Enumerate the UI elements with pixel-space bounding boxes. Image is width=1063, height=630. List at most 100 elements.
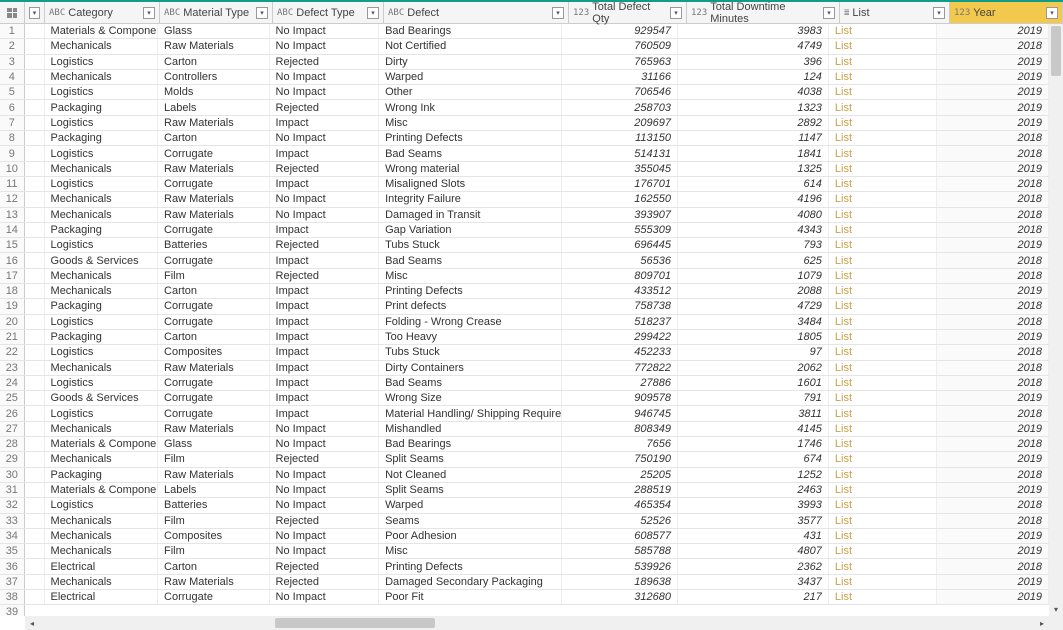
vertical-scrollbar[interactable]: ▴ ▾ xyxy=(1049,24,1063,616)
column-header-material[interactable]: ABCMaterial Type▾ xyxy=(160,2,273,23)
table-row[interactable]: 36ElectricalCartonRejectedPrinting Defec… xyxy=(0,559,1049,574)
row-number[interactable]: 4 xyxy=(0,70,25,84)
row-number[interactable]: 3 xyxy=(0,55,25,69)
cell-list[interactable]: List xyxy=(829,345,938,359)
vertical-scroll-thumb[interactable] xyxy=(1051,26,1061,76)
table-row[interactable]: 21PackagingCartonImpactToo Heavy29942218… xyxy=(0,330,1049,345)
row-number[interactable]: 26 xyxy=(0,406,25,420)
table-row[interactable]: 31Materials & ComponentsLabelsNo ImpactS… xyxy=(0,483,1049,498)
cell-list[interactable]: List xyxy=(829,330,938,344)
scroll-down-arrow[interactable]: ▾ xyxy=(1049,602,1063,616)
row-filter-header[interactable]: ▾ xyxy=(25,2,45,23)
cell-list[interactable]: List xyxy=(829,208,938,222)
cell-list[interactable]: List xyxy=(829,116,938,130)
cell-list[interactable]: List xyxy=(829,529,938,543)
row-number[interactable]: 30 xyxy=(0,468,25,482)
row-number[interactable]: 18 xyxy=(0,284,25,298)
row-number[interactable]: 20 xyxy=(0,315,25,329)
row-number[interactable]: 8 xyxy=(0,131,25,145)
cell-list[interactable]: List xyxy=(829,406,938,420)
table-row[interactable]: 24LogisticsCorrugateImpactBad Seams27886… xyxy=(0,376,1049,391)
table-row[interactable]: 6PackagingLabelsRejectedWrong Ink2587031… xyxy=(0,100,1049,115)
cell-list[interactable]: List xyxy=(829,559,938,573)
cell-list[interactable]: List xyxy=(829,299,938,313)
column-header-list[interactable]: ≣List▾ xyxy=(840,2,950,23)
row-number[interactable]: 2 xyxy=(0,39,25,53)
dropdown-icon[interactable]: ▾ xyxy=(143,7,155,19)
table-row[interactable]: 35MechanicalsFilmNo ImpactMisc5857884807… xyxy=(0,544,1049,559)
table-row[interactable]: 20LogisticsCorrugateImpactFolding - Wron… xyxy=(0,315,1049,330)
row-number[interactable]: 5 xyxy=(0,85,25,99)
row-number[interactable]: 34 xyxy=(0,529,25,543)
row-number[interactable]: 33 xyxy=(0,514,25,528)
cell-list[interactable]: List xyxy=(829,253,938,267)
row-number[interactable]: 39 xyxy=(0,605,25,616)
cell-list[interactable]: List xyxy=(829,146,938,160)
table-row[interactable]: 38ElectricalCorrugateNo ImpactPoor Fit31… xyxy=(0,590,1049,605)
cell-list[interactable]: List xyxy=(829,269,938,283)
column-header-defect[interactable]: ABCDefect▾ xyxy=(384,2,569,23)
table-row[interactable]: 34MechanicalsCompositesNo ImpactPoor Adh… xyxy=(0,529,1049,544)
cell-list[interactable]: List xyxy=(829,70,938,84)
dropdown-icon[interactable]: ▾ xyxy=(552,7,564,19)
row-number[interactable]: 1 xyxy=(0,24,25,38)
cell-list[interactable]: List xyxy=(829,361,938,375)
row-number[interactable]: 19 xyxy=(0,299,25,313)
row-number[interactable]: 23 xyxy=(0,361,25,375)
horizontal-scroll-thumb[interactable] xyxy=(275,618,435,628)
row-number[interactable]: 15 xyxy=(0,238,25,252)
cell-list[interactable]: List xyxy=(829,192,938,206)
table-row[interactable]: 27MechanicalsRaw MaterialsNo ImpactMisha… xyxy=(0,422,1049,437)
cell-list[interactable]: List xyxy=(829,544,938,558)
cell-list[interactable]: List xyxy=(829,498,938,512)
cell-list[interactable]: List xyxy=(829,131,938,145)
cell-list[interactable]: List xyxy=(829,100,938,114)
table-row[interactable]: 5LogisticsMoldsNo ImpactOther7065464038L… xyxy=(0,85,1049,100)
cell-list[interactable]: List xyxy=(829,238,938,252)
table-row[interactable]: 7LogisticsRaw MaterialsImpactMisc2096972… xyxy=(0,116,1049,131)
cell-list[interactable]: List xyxy=(829,452,938,466)
table-row[interactable]: 12MechanicalsRaw MaterialsNo ImpactInteg… xyxy=(0,192,1049,207)
dropdown-icon[interactable]: ▾ xyxy=(670,7,682,19)
row-number[interactable]: 13 xyxy=(0,208,25,222)
cell-list[interactable]: List xyxy=(829,483,938,497)
table-row[interactable]: 22LogisticsCompositesImpactTubs Stuck452… xyxy=(0,345,1049,360)
table-row[interactable]: 17MechanicalsFilmRejectedMisc8097011079L… xyxy=(0,269,1049,284)
column-header-downtime[interactable]: 123Total Downtime Minutes▾ xyxy=(687,2,840,23)
dropdown-icon[interactable]: ▾ xyxy=(29,7,40,19)
cell-list[interactable]: List xyxy=(829,39,938,53)
dropdown-icon[interactable]: ▾ xyxy=(256,7,268,19)
table-row[interactable]: 32LogisticsBatteriesNo ImpactWarped46535… xyxy=(0,498,1049,513)
row-number[interactable]: 25 xyxy=(0,391,25,405)
table-row[interactable]: 29MechanicalsFilmRejectedSplit Seams7501… xyxy=(0,452,1049,467)
row-number[interactable]: 7 xyxy=(0,116,25,130)
table-row[interactable]: 9LogisticsCorrugateImpactBad Seams514131… xyxy=(0,146,1049,161)
row-number[interactable]: 6 xyxy=(0,100,25,114)
scroll-left-arrow[interactable]: ◂ xyxy=(25,616,39,630)
row-number[interactable]: 21 xyxy=(0,330,25,344)
cell-list[interactable]: List xyxy=(829,284,938,298)
table-row[interactable]: 11LogisticsCorrugateImpactMisaligned Slo… xyxy=(0,177,1049,192)
row-number[interactable]: 31 xyxy=(0,483,25,497)
dropdown-icon[interactable]: ▾ xyxy=(933,7,945,19)
row-number[interactable]: 10 xyxy=(0,162,25,176)
cell-list[interactable]: List xyxy=(829,590,938,604)
dropdown-icon[interactable]: ▾ xyxy=(823,7,835,19)
row-number[interactable]: 35 xyxy=(0,544,25,558)
table-row[interactable]: 19PackagingCorrugateImpactPrint defects7… xyxy=(0,299,1049,314)
cell-list[interactable]: List xyxy=(829,422,938,436)
cell-list[interactable]: List xyxy=(829,55,938,69)
row-number[interactable]: 22 xyxy=(0,345,25,359)
column-header-year[interactable]: 123Year▾ xyxy=(950,2,1063,23)
horizontal-scrollbar[interactable]: ◂ ▸ xyxy=(25,616,1049,630)
row-number[interactable]: 24 xyxy=(0,376,25,390)
table-row[interactable]: 33MechanicalsFilmRejectedSeams525263577L… xyxy=(0,514,1049,529)
table-row[interactable]: 13MechanicalsRaw MaterialsNo ImpactDamag… xyxy=(0,208,1049,223)
row-number[interactable]: 11 xyxy=(0,177,25,191)
table-row[interactable]: 28Materials & ComponentsGlassNo ImpactBa… xyxy=(0,437,1049,452)
row-number[interactable]: 28 xyxy=(0,437,25,451)
table-row[interactable]: 14PackagingCorrugateImpactGap Variation5… xyxy=(0,223,1049,238)
table-row[interactable]: 15LogisticsBatteriesRejectedTubs Stuck69… xyxy=(0,238,1049,253)
row-number[interactable]: 17 xyxy=(0,269,25,283)
table-row[interactable]: 18MechanicalsCartonImpactPrinting Defect… xyxy=(0,284,1049,299)
